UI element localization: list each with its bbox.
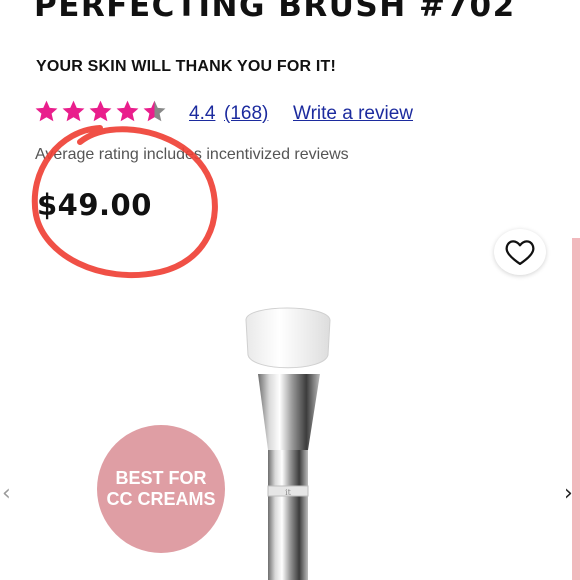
- rating-value-link[interactable]: 4.4: [189, 103, 215, 125]
- write-review-link[interactable]: Write a review: [293, 103, 413, 125]
- star-icon: [89, 100, 112, 122]
- product-title: PERFECTING BRUSH #702: [34, 0, 516, 24]
- star-icon: [62, 100, 85, 122]
- star-icon: [116, 100, 139, 122]
- product-image-brush: it: [245, 307, 331, 580]
- adjacent-slide-edge: [572, 238, 580, 580]
- chevron-left-icon[interactable]: ‹: [2, 481, 11, 506]
- review-count-link[interactable]: (168): [224, 103, 268, 125]
- badge-line-1: BEST FOR: [115, 468, 207, 488]
- product-tagline: YOUR SKIN WILL THANK YOU FOR IT!: [36, 58, 337, 75]
- star-icon: [35, 100, 58, 122]
- star-rating[interactable]: [34, 99, 167, 124]
- badge-line-2: CC CREAMS: [106, 489, 216, 509]
- chevron-right-icon[interactable]: ›: [564, 481, 573, 506]
- rating-disclaimer: Average rating includes incentivized rev…: [35, 146, 349, 163]
- heart-outline-icon: [505, 240, 535, 265]
- star-half-icon: [143, 100, 166, 122]
- wishlist-button[interactable]: [494, 229, 546, 275]
- brush-brand-mark: it: [285, 488, 292, 497]
- best-for-badge: BEST FOR CC CREAMS: [97, 425, 225, 553]
- product-price: $49.00: [37, 188, 152, 222]
